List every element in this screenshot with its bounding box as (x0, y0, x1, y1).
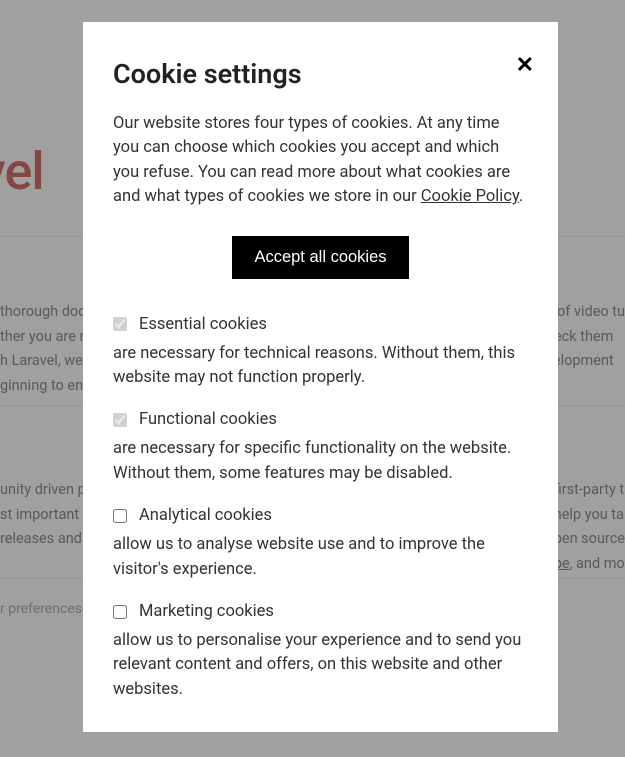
cookie-policy-link[interactable]: Cookie Policy (421, 187, 519, 206)
cookie-option-marketing: Marketing cookies allow us to personalis… (113, 602, 528, 702)
cookie-option-functional: Functional cookies are necessary for spe… (113, 410, 528, 486)
marketing-description: allow us to personalise your experience … (113, 629, 528, 702)
cookie-settings-modal: ✕ Cookie settings Our website stores fou… (83, 22, 558, 732)
analytical-checkbox[interactable] (113, 509, 127, 523)
marketing-checkbox[interactable] (113, 605, 127, 619)
close-button[interactable]: ✕ (516, 54, 534, 76)
close-icon: ✕ (516, 52, 534, 77)
cookie-option-essential: Essential cookies are necessary for tech… (113, 315, 528, 391)
essential-description: are necessary for technical reasons. Wit… (113, 342, 528, 391)
functional-description: are necessary for specific functionality… (113, 437, 528, 486)
cookie-option-analytical: Analytical cookies allow us to analyse w… (113, 506, 528, 582)
modal-intro-text: Our website stores four types of cookies… (113, 112, 528, 210)
analytical-description: allow us to analyse website use and to i… (113, 533, 528, 582)
essential-label: Essential cookies (139, 315, 267, 334)
functional-label: Functional cookies (139, 410, 277, 429)
accept-all-button[interactable]: Accept all cookies (232, 236, 408, 279)
modal-title: Cookie settings (113, 58, 528, 90)
marketing-label: Marketing cookies (139, 602, 274, 621)
analytical-label: Analytical cookies (139, 506, 272, 525)
essential-checkbox (113, 317, 127, 331)
functional-checkbox (113, 413, 127, 427)
